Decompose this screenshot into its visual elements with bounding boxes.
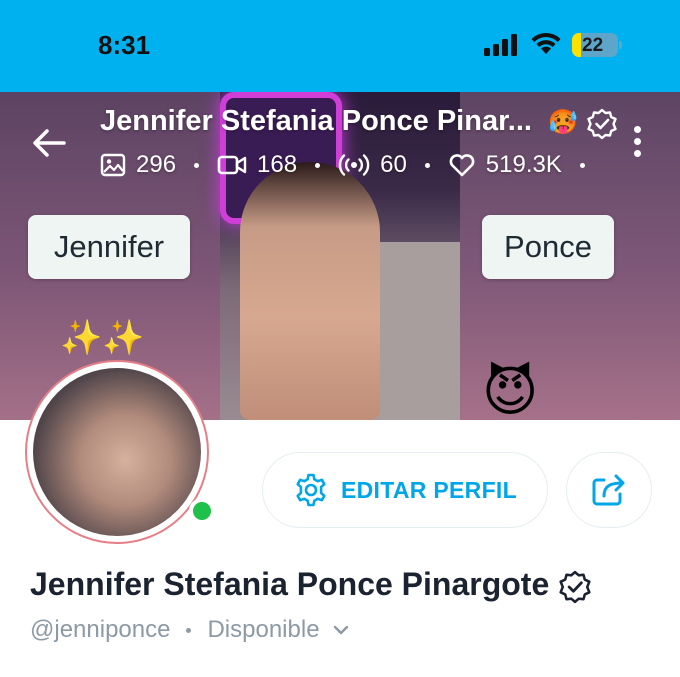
banner-figure bbox=[240, 162, 380, 420]
back-arrow-icon[interactable] bbox=[32, 128, 66, 158]
stat-separator bbox=[315, 162, 321, 168]
status-time: 8:31 bbox=[98, 30, 151, 60]
profile-handle: @jenniponce bbox=[30, 616, 171, 643]
handle-separator bbox=[186, 627, 192, 633]
smiling-devil-emoji-icon: 😈 bbox=[482, 362, 539, 422]
banner-tag-left: Jennifer bbox=[28, 215, 190, 279]
likes-stat: 519.3K bbox=[448, 151, 562, 179]
header-stats: 296 168 60 519.3K bbox=[100, 150, 603, 180]
stat-separator bbox=[424, 162, 430, 168]
image-icon bbox=[100, 153, 126, 177]
sparkles-emoji-icon: ✨✨ bbox=[60, 319, 145, 357]
gear-icon bbox=[296, 473, 326, 507]
streams-stat: 60 bbox=[338, 151, 407, 179]
edit-profile-button[interactable]: EDITAR PERFIL bbox=[262, 452, 548, 528]
hot-face-emoji-icon: 🥵 bbox=[548, 109, 578, 136]
handle-row: @jenniponce Disponible bbox=[30, 616, 350, 644]
status-bar: 8:31 22 bbox=[0, 0, 680, 92]
avatar[interactable] bbox=[25, 360, 215, 544]
verified-badge-icon bbox=[559, 570, 591, 604]
profile-name: Jennifer Stefania Ponce Pinargote bbox=[30, 566, 550, 602]
streams-count: 60 bbox=[380, 151, 407, 178]
verified-badge-icon bbox=[587, 108, 617, 140]
battery-level: 22 bbox=[582, 35, 604, 56]
likes-count: 519.3K bbox=[485, 151, 562, 178]
battery-icon: 22 bbox=[572, 33, 622, 57]
photos-stat: 296 bbox=[100, 151, 176, 179]
more-options-icon[interactable] bbox=[634, 126, 646, 162]
banner-tag-right: Ponce bbox=[482, 215, 614, 279]
video-icon bbox=[217, 155, 247, 175]
videos-count: 168 bbox=[257, 151, 298, 178]
stat-separator bbox=[579, 162, 585, 168]
photos-count: 296 bbox=[136, 151, 177, 178]
chevron-down-icon[interactable] bbox=[332, 624, 350, 636]
videos-stat: 168 bbox=[217, 151, 297, 179]
online-status-icon bbox=[189, 498, 215, 524]
avatar-photo bbox=[33, 368, 201, 536]
heart-icon bbox=[449, 154, 475, 177]
share-button[interactable] bbox=[566, 452, 652, 528]
stream-icon bbox=[338, 154, 370, 176]
cellular-signal-icon bbox=[484, 34, 517, 56]
availability-status[interactable]: Disponible bbox=[207, 616, 319, 644]
header-title: Jennifer Stefania Ponce Pinar... bbox=[100, 105, 532, 137]
share-icon bbox=[592, 474, 625, 506]
banner-photo bbox=[220, 92, 480, 420]
stat-separator bbox=[194, 162, 200, 168]
edit-profile-label: EDITAR PERFIL bbox=[341, 476, 517, 503]
wifi-icon bbox=[531, 32, 561, 54]
